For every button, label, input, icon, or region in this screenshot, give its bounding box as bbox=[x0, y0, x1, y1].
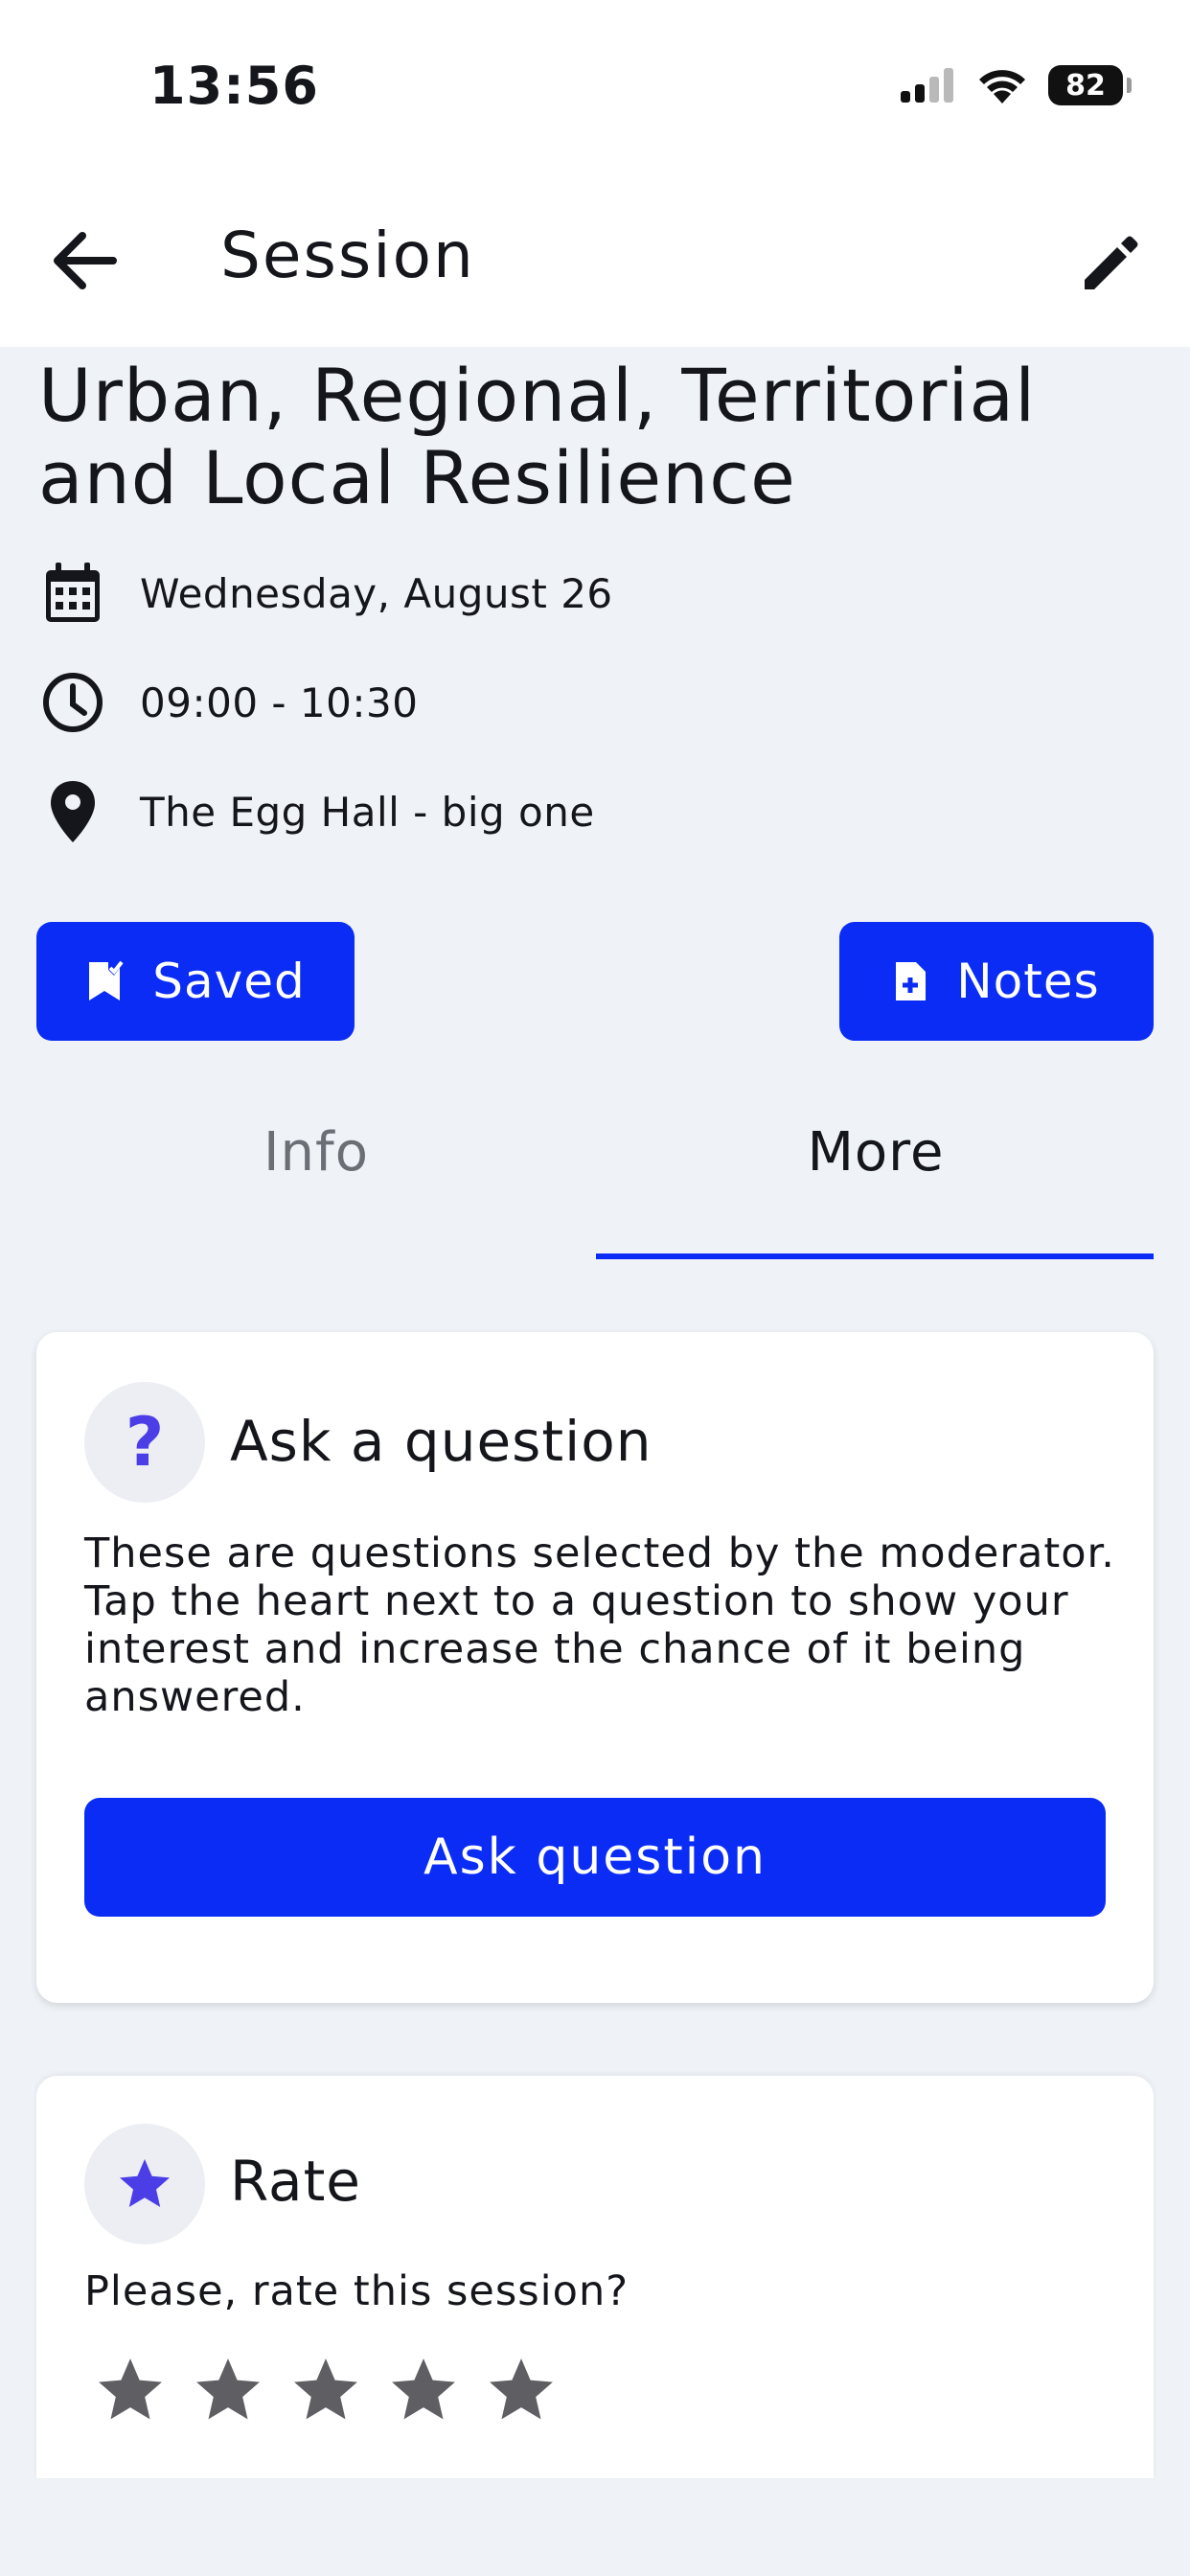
ask-question-button[interactable]: Ask question bbox=[84, 1798, 1106, 1917]
session-date: Wednesday, August 26 bbox=[140, 569, 613, 617]
note-add-icon bbox=[896, 962, 927, 1000]
status-bar: 13:56 82 bbox=[0, 0, 1190, 172]
ask-question-description: These are questions selected by the mode… bbox=[84, 1530, 1115, 1721]
star-icon-1[interactable] bbox=[94, 2354, 167, 2426]
status-icons: 82 bbox=[899, 61, 1132, 109]
notes-label: Notes bbox=[956, 954, 1100, 1009]
session-time-row: 09:00 - 10:30 bbox=[38, 669, 418, 736]
notes-button[interactable]: Notes bbox=[839, 922, 1154, 1041]
wifi-icon bbox=[979, 70, 1025, 104]
saved-label: Saved bbox=[152, 954, 306, 1009]
session-location-row: The Egg Hall - big one bbox=[38, 778, 595, 845]
bookmark-check-icon bbox=[89, 960, 124, 1000]
tab-more[interactable]: More bbox=[596, 1121, 1156, 1217]
session-date-row: Wednesday, August 26 bbox=[38, 560, 613, 627]
saved-button[interactable]: Saved bbox=[36, 922, 355, 1041]
arrow-left-icon bbox=[54, 232, 117, 289]
active-tab-indicator bbox=[596, 1254, 1154, 1259]
edit-button[interactable] bbox=[1077, 230, 1144, 297]
status-time: 13:56 bbox=[149, 56, 319, 116]
star-icon-2[interactable] bbox=[192, 2354, 264, 2426]
star-icon-5[interactable] bbox=[485, 2354, 558, 2426]
session-location: The Egg Hall - big one bbox=[140, 788, 595, 836]
star-badge-icon bbox=[84, 2124, 205, 2244]
page-title: Session bbox=[220, 218, 475, 292]
rate-prompt: Please, rate this session? bbox=[84, 2267, 629, 2315]
rate-title: Rate bbox=[230, 2149, 361, 2214]
signal-icon bbox=[901, 68, 953, 103]
rate-card: Rate Please, rate this session? bbox=[36, 2076, 1154, 2478]
battery-icon: 82 bbox=[1048, 65, 1132, 105]
app-bar: Session bbox=[0, 172, 1190, 347]
tab-info[interactable]: Info bbox=[36, 1121, 596, 1217]
session-title: Urban, Regional, Territorial and Local R… bbox=[38, 353, 1037, 520]
star-icon-4[interactable] bbox=[387, 2354, 460, 2426]
ask-question-title: Ask a question bbox=[230, 1409, 652, 1474]
question-icon: ? bbox=[84, 1382, 205, 1503]
location-pin-icon bbox=[38, 777, 107, 846]
star-icon-3[interactable] bbox=[289, 2354, 362, 2426]
session-time: 09:00 - 10:30 bbox=[140, 678, 419, 726]
star-rating bbox=[94, 2354, 558, 2426]
calendar-icon bbox=[38, 559, 107, 628]
back-button[interactable] bbox=[46, 222, 123, 299]
clock-icon bbox=[38, 668, 107, 737]
pencil-icon bbox=[1085, 236, 1138, 289]
ask-question-card: ? Ask a question These are questions sel… bbox=[36, 1332, 1154, 2003]
